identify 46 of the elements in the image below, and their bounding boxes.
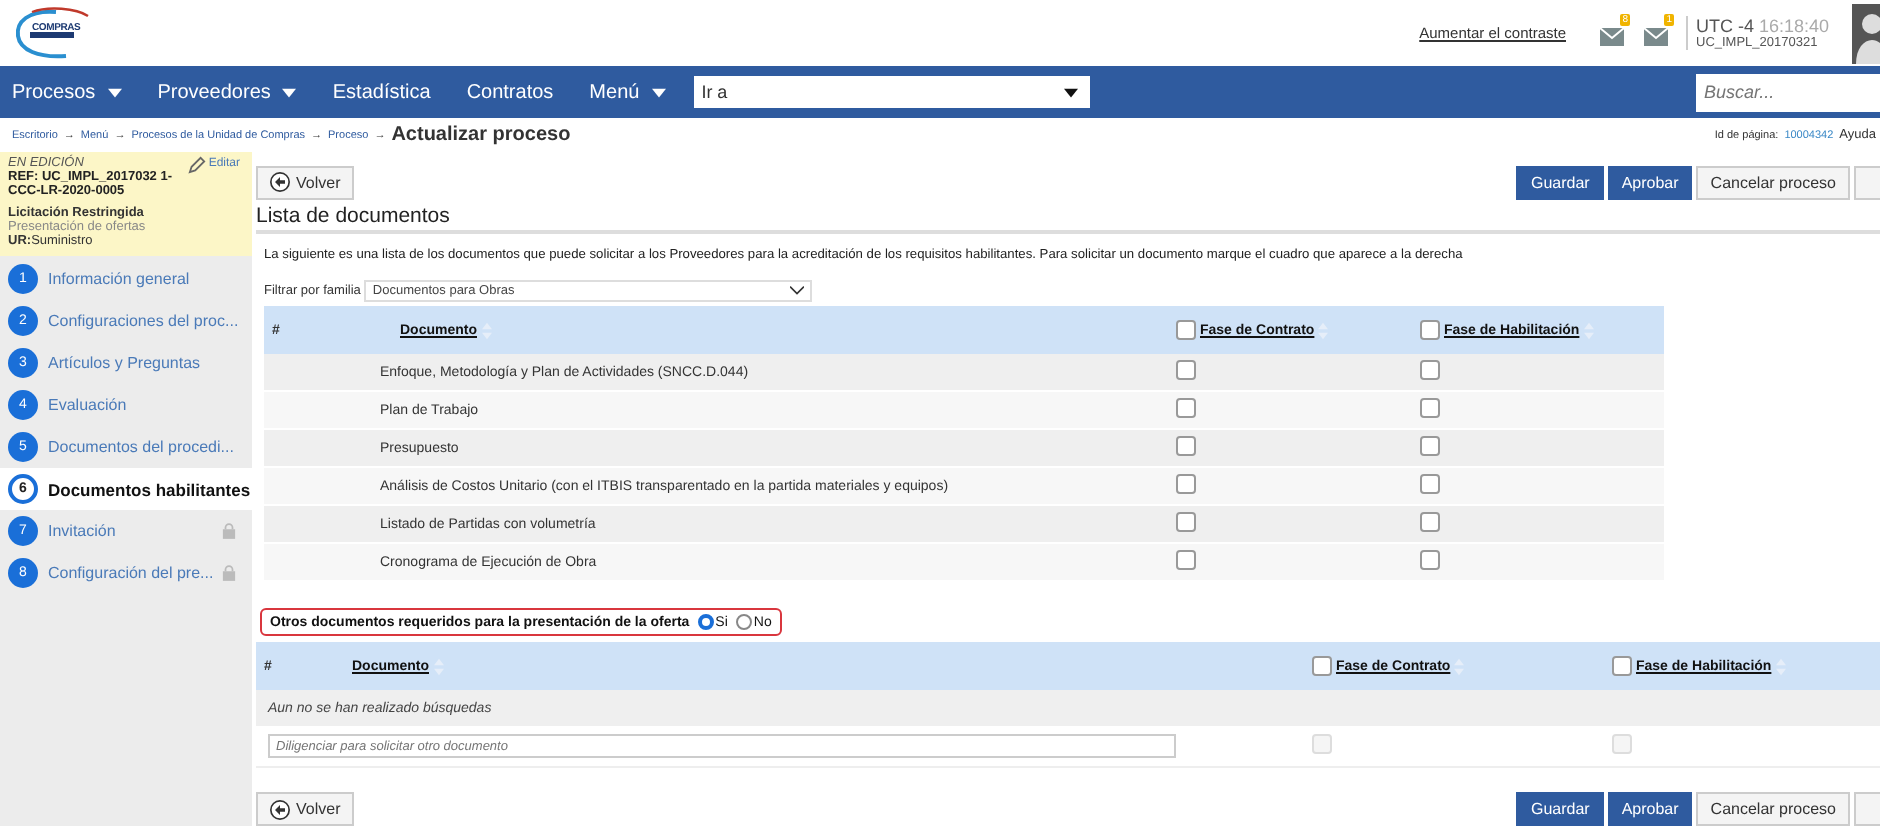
checkbox[interactable] (1420, 474, 1440, 494)
caret-icon (282, 87, 297, 97)
checkbox[interactable] (1420, 436, 1440, 456)
primary-button[interactable]: Guardar (1516, 165, 1604, 199)
page-title: Actualizar proceso (391, 124, 571, 146)
primary-button[interactable]: Guardar (1516, 792, 1604, 826)
primary-button[interactable]: Aprobar (1607, 792, 1693, 826)
search-field[interactable]: Buscar... (1696, 73, 1880, 111)
nav-menu-item[interactable]: Proveedores (157, 81, 297, 103)
caret-icon (107, 87, 122, 97)
checkbox[interactable] (1312, 656, 1332, 676)
checkbox[interactable] (1176, 320, 1196, 340)
nav-menu-item[interactable]: Estadística (332, 81, 431, 103)
checkbox[interactable] (1420, 512, 1440, 532)
radio-button[interactable] (735, 614, 752, 630)
checkbox[interactable] (1176, 398, 1196, 418)
chevron-icon (790, 286, 805, 296)
secondary-button[interactable]: Cancelar proceso (1696, 165, 1850, 199)
radio-button[interactable] (697, 614, 714, 630)
checkbox[interactable] (1612, 656, 1632, 676)
checkbox[interactable] (1420, 360, 1440, 380)
cut-off-button[interactable] (1854, 165, 1880, 199)
section-title: Lista de documentos (256, 204, 1880, 234)
timezone-clock: UTC -4 16:18:40 (1696, 16, 1832, 36)
checkbox[interactable] (1176, 512, 1196, 532)
back-button[interactable]: Volver (256, 165, 355, 199)
checkbox[interactable] (1176, 360, 1196, 380)
back-arrow-icon (270, 799, 290, 819)
nav-menu-item[interactable]: Menú (589, 81, 666, 103)
caret-icon (651, 87, 666, 97)
checkbox[interactable] (1176, 436, 1196, 456)
primary-button[interactable]: Aprobar (1607, 165, 1693, 199)
cut-off-button[interactable] (1854, 792, 1880, 826)
checkbox[interactable] (1420, 320, 1440, 340)
secondary-button[interactable]: Cancelar proceso (1696, 792, 1850, 826)
back-button[interactable]: Volver (256, 792, 355, 826)
checkbox[interactable] (1420, 398, 1440, 418)
nav-menu-item[interactable]: Procesos (12, 81, 122, 103)
avatar[interactable] (1852, 3, 1880, 63)
goto-dropdown[interactable]: Ir a (693, 76, 1090, 108)
checkbox[interactable] (1176, 474, 1196, 494)
caret-icon (1063, 87, 1078, 97)
checkbox[interactable] (1176, 550, 1196, 570)
nav-menu-item[interactable]: Contratos (466, 81, 554, 103)
checkbox[interactable] (1420, 550, 1440, 570)
back-arrow-icon (270, 172, 290, 192)
